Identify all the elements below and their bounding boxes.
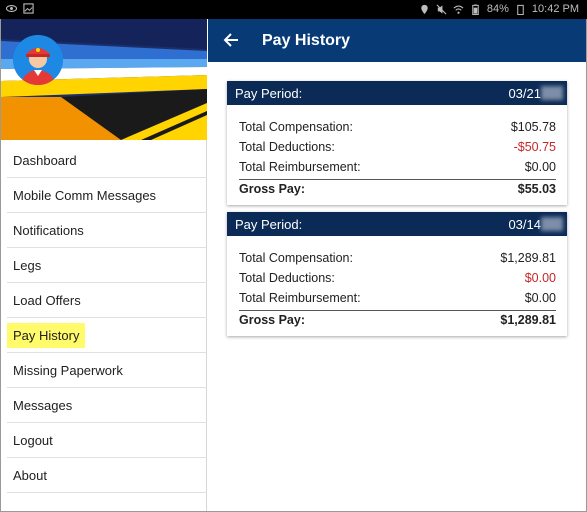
pay-period-date: 03/14 <box>508 217 541 232</box>
pay-period-label: Pay Period: <box>235 217 303 232</box>
row-value: $1,289.81 <box>500 312 556 327</box>
clock: 10:42 PM <box>531 3 579 15</box>
menu-item-label: Dashboard <box>13 152 77 168</box>
menu-item-mobile-comm-messages[interactable]: Mobile Comm Messages <box>7 178 207 213</box>
menu-item-label: Mobile Comm Messages <box>13 187 157 203</box>
pay-period-label: Pay Period: <box>235 86 303 101</box>
row-value: -$50.75 <box>513 140 556 154</box>
pay-period-header: Pay Period: 03/21 <box>227 81 567 105</box>
row-value: $0.00 <box>524 271 556 285</box>
menu-item-pay-history[interactable]: Pay History <box>7 318 207 353</box>
menu-item-load-offers[interactable]: Load Offers <box>7 283 207 318</box>
pay-period-body: Total Compensation: $1,289.81 Total Dedu… <box>227 236 567 336</box>
gross-pay-row: Gross Pay: $1,289.81 <box>239 310 556 328</box>
wifi-icon <box>453 5 464 14</box>
menu-item-notifications[interactable]: Notifications <box>7 213 207 248</box>
row-value: $1,289.81 <box>500 251 556 265</box>
row-label: Gross Pay: <box>239 312 306 327</box>
page-title: Pay History <box>262 32 351 49</box>
menu-item-label: Missing Paperwork <box>13 362 123 378</box>
menu-item-label: Load Offers <box>13 292 81 308</box>
menu-item-logout[interactable]: Logout <box>7 423 207 458</box>
menu-item-label: Messages <box>13 397 73 413</box>
gross-pay-row: Gross Pay: $55.03 <box>239 179 556 197</box>
battery-level: 84% <box>486 3 509 15</box>
menu-item-messages[interactable]: Messages <box>7 388 207 423</box>
location-icon <box>421 4 428 14</box>
menu-item-label: Pay History <box>7 322 86 348</box>
status-bar: 84% 10:42 PM <box>0 0 587 19</box>
row-value: $0.00 <box>524 291 556 305</box>
row-value: $0.00 <box>524 160 556 174</box>
pay-period-card[interactable]: Pay Period: 03/14 Total Compensation: $1… <box>227 212 567 336</box>
row-label: Total Reimbursement: <box>239 160 361 174</box>
menu-item-dashboard[interactable]: Dashboard <box>7 143 207 178</box>
pay-period-date: 03/21 <box>508 86 541 101</box>
mute-icon <box>436 4 447 14</box>
total-reimbursement-row: Total Reimbursement: $0.00 <box>239 288 556 308</box>
row-label: Gross Pay: <box>239 181 306 196</box>
redacted-date <box>541 86 563 100</box>
eye-icon <box>6 5 17 12</box>
image-icon <box>23 3 34 14</box>
menu-item-about[interactable]: About <box>7 458 207 493</box>
driver-avatar-icon <box>13 35 63 85</box>
app-bar: Pay History <box>208 19 586 62</box>
battery-icon <box>472 3 479 15</box>
menu-item-legs[interactable]: Legs <box>7 248 207 283</box>
row-label: Total Compensation: <box>239 120 353 134</box>
menu-item-label: About <box>13 467 47 483</box>
drawer-header-banner <box>1 19 207 140</box>
back-arrow-icon[interactable] <box>222 31 240 49</box>
navigation-drawer: Dashboard Mobile Comm Messages Notificat… <box>1 19 207 511</box>
drawer-menu: Dashboard Mobile Comm Messages Notificat… <box>1 143 207 493</box>
menu-item-label: Logout <box>13 432 53 448</box>
total-deductions-row: Total Deductions: -$50.75 <box>239 137 556 157</box>
row-label: Total Deductions: <box>239 271 335 285</box>
redacted-date <box>541 217 563 231</box>
pay-period-body: Total Compensation: $105.78 Total Deduct… <box>227 105 567 205</box>
total-deductions-row: Total Deductions: $0.00 <box>239 268 556 288</box>
menu-item-missing-paperwork[interactable]: Missing Paperwork <box>7 353 207 388</box>
menu-item-label: Legs <box>13 257 42 273</box>
row-label: Total Reimbursement: <box>239 291 361 305</box>
total-compensation-row: Total Compensation: $1,289.81 <box>239 248 556 268</box>
pay-period-header: Pay Period: 03/14 <box>227 212 567 236</box>
battery-saver-icon <box>517 4 524 15</box>
row-value: $105.78 <box>510 120 556 134</box>
total-compensation-row: Total Compensation: $105.78 <box>239 117 556 137</box>
row-value: $55.03 <box>517 181 556 196</box>
total-reimbursement-row: Total Reimbursement: $0.00 <box>239 157 556 177</box>
row-label: Total Deductions: <box>239 140 335 154</box>
driver-avatar <box>13 35 63 85</box>
row-label: Total Compensation: <box>239 251 353 265</box>
menu-item-label: Notifications <box>13 222 84 238</box>
pay-period-card[interactable]: Pay Period: 03/21 Total Compensation: $1… <box>227 81 567 205</box>
pay-history-content: Pay Period: 03/21 Total Compensation: $1… <box>208 62 586 511</box>
